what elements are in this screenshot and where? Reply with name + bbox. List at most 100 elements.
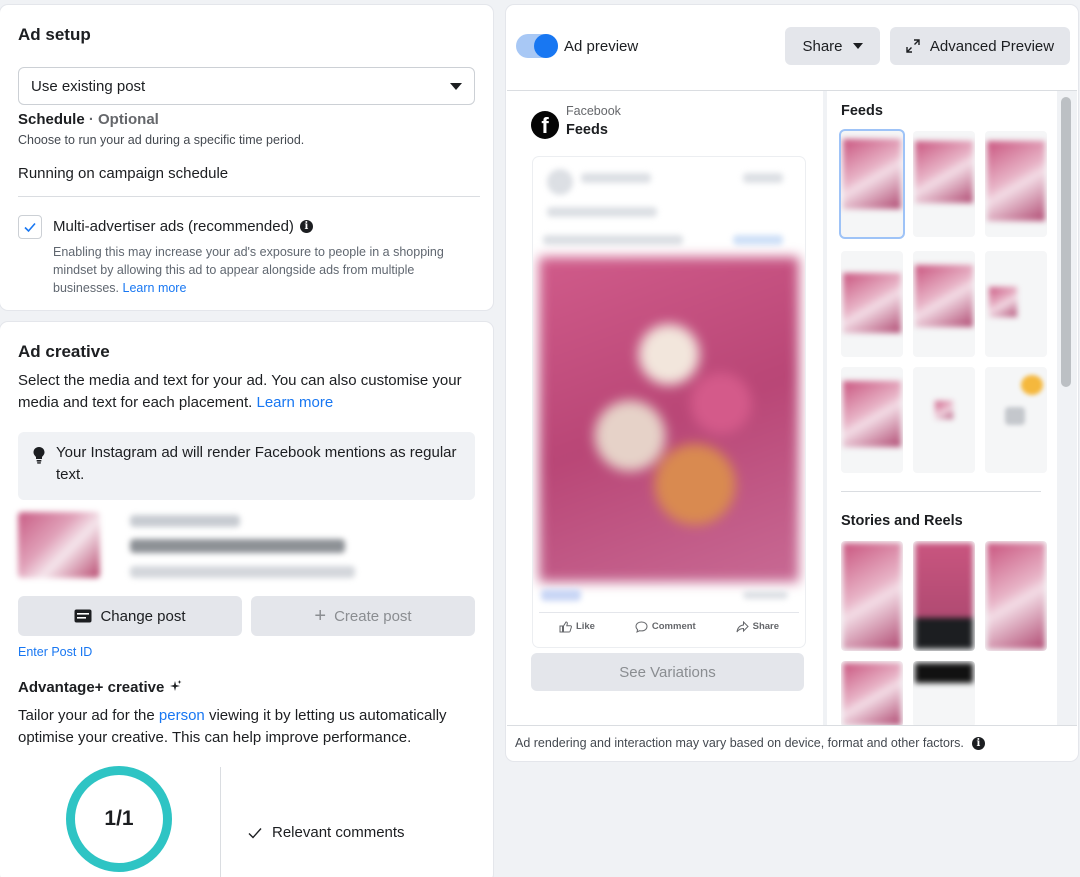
thumbnail-image [843,663,901,725]
learn-more-link[interactable]: Learn more [123,281,187,295]
share-button[interactable]: Share [785,27,880,65]
advantage-creative-description: Tailor your ad for the person viewing it… [18,705,483,749]
ad-creative-card: Ad creative Select the media and text fo… [0,322,493,877]
change-post-label: Change post [100,607,186,625]
chevron-down-icon [450,82,462,90]
thumbnail-image [843,381,901,447]
advanced-preview-button[interactable]: Advanced Preview [890,27,1070,65]
multi-advertiser-desc-text: Enabling this may increase your ad's exp… [53,245,444,295]
ad-preview-label: Ad preview [564,38,639,55]
ad-preview-toggle[interactable] [516,34,558,58]
preview-area: f Facebook Feeds Like Comment Share See … [507,90,1077,726]
thumbnail-image [915,543,973,649]
ad-preview-card: Ad preview Share Advanced Preview f Face… [506,5,1078,761]
share-action: Share [736,620,779,633]
schedule-description: Choose to run your ad during a specific … [18,133,305,147]
like-label: Like [575,621,595,632]
ad-creative-desc-text: Select the media and text for your ad. Y… [18,372,462,411]
relevant-comments-label: Relevant comments [272,824,405,841]
placement-thumbnail[interactable] [841,251,903,357]
comment-label: Comment [651,621,696,632]
multi-advertiser-label-text: Multi-advertiser ads (recommended) [53,218,294,235]
preview-platform: Facebook [566,104,621,118]
preview-disclaimer: Ad rendering and interaction may vary ba… [515,736,985,750]
post-source-value: Use existing post [31,77,146,95]
learn-more-link[interactable]: Learn more [256,394,333,411]
create-post-label: Create post [334,607,412,625]
placement-thumbnail[interactable] [913,367,975,473]
post-date-line [130,566,355,578]
advantage-title-text: Advantage+ creative [18,679,165,696]
divider [18,196,480,197]
multi-advertiser-checkbox[interactable] [18,215,42,239]
change-post-button[interactable]: Change post [18,596,242,636]
share-label: Share [802,37,843,55]
placement-thumbnail[interactable] [985,541,1047,651]
create-post-button[interactable]: + Create post [251,596,475,636]
placement-thumbnail[interactable] [985,251,1047,357]
comment-icon [635,620,648,633]
stories-section-title: Stories and Reels [841,513,963,529]
post-title-line [130,539,345,553]
placement-thumbnail[interactable] [913,661,975,725]
plus-icon: + [314,604,327,627]
checkmark-icon [24,222,36,233]
info-icon[interactable]: i [299,220,313,233]
placement-thumbnail[interactable] [841,661,903,725]
schedule-value: Running on campaign schedule [18,165,229,182]
multi-advertiser-description: Enabling this may increase your ad's exp… [53,243,473,297]
comment-action: Comment [635,620,696,633]
thumbnail-image [987,543,1045,649]
mock-avatar [547,169,573,195]
placement-thumbnail[interactable] [985,131,1047,237]
optimisation-progress-ring: 1/1 [66,766,172,872]
info-icon[interactable]: i [971,736,985,750]
like-action: Like [559,620,595,633]
person-link[interactable]: person [159,707,205,724]
progress-value: 1/1 [104,807,134,830]
thumbnail-image [935,401,953,419]
placements-scrollbar[interactable] [1061,97,1071,387]
thumbnail-image [989,287,1017,317]
see-variations-button[interactable]: See Variations [531,653,804,691]
ad-setup-title: Ad setup [18,25,91,44]
mock-line [743,591,788,599]
advanced-preview-label: Advanced Preview [929,37,1055,55]
placements-panel: Feeds Stories and Reels [827,91,1057,725]
post-thumbnail [18,512,100,578]
post-meta-line [130,515,240,527]
placement-thumbnail[interactable] [985,367,1047,473]
mock-feed-post: Like Comment Share [533,157,805,647]
mock-line [581,173,651,183]
ad-setup-card: Ad setup Use existing post Schedule · Op… [0,5,493,310]
post-source-select[interactable]: Use existing post [18,67,475,105]
placement-thumbnail[interactable] [841,131,903,237]
schedule-optional-text: · Optional [84,111,159,128]
placement-thumbnail[interactable] [841,541,903,651]
thumbnail-image [987,141,1045,221]
sparkle-icon [169,680,181,691]
feeds-section-title: Feeds [841,103,883,119]
enter-post-id-link[interactable]: Enter Post ID [18,645,92,659]
placement-thumbnail[interactable] [841,367,903,473]
placement-thumbnail[interactable] [913,131,975,237]
placement-thumbnail[interactable] [913,251,975,357]
instagram-mentions-notice: Your Instagram ad will render Facebook m… [18,432,475,500]
mock-line [543,235,683,245]
chevron-down-icon [852,43,863,49]
checkmark-icon [248,827,262,839]
relevant-comments-item: Relevant comments [248,824,405,841]
like-icon [559,620,572,632]
share-icon [736,620,749,632]
mock-line [743,173,783,183]
shop-icon [1005,407,1025,425]
schedule-title: Schedule · Optional [18,111,159,128]
mock-line [547,207,657,217]
ad-creative-description: Select the media and text for your ad. Y… [18,370,483,414]
ad-image [539,257,799,582]
notification-badge-icon [1021,375,1043,395]
selected-placement-preview: f Facebook Feeds Like Comment Share See … [507,91,823,725]
schedule-title-text: Schedule [18,111,85,128]
placement-thumbnail[interactable] [913,541,975,651]
post-actions: Like Comment Share [539,612,799,640]
